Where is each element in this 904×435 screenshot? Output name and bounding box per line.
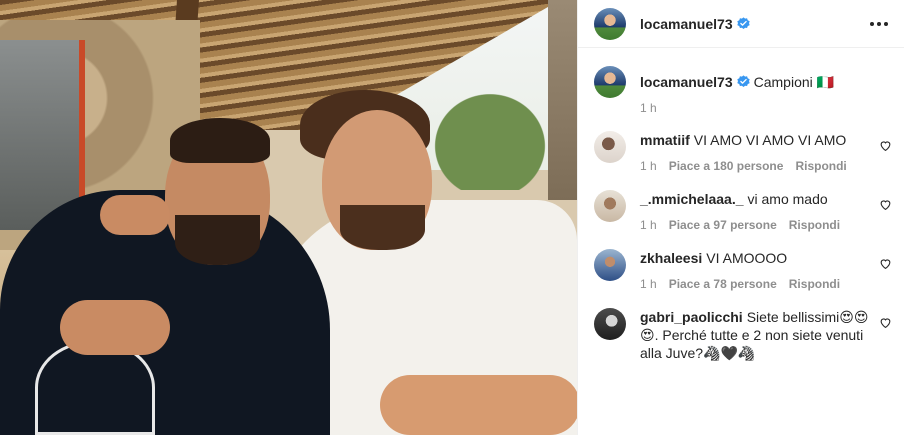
more-options-icon[interactable] <box>862 16 888 32</box>
author-username[interactable]: locamanuel73 <box>640 16 733 32</box>
comment-body: gabri_paolicchi Siete bellissimi😍😍😍. Perc… <box>640 308 892 362</box>
commenter-avatar[interactable] <box>594 190 626 222</box>
comment-text: VI AMO VI AMO VI AMO <box>693 132 847 148</box>
heart-icon[interactable] <box>879 139 892 152</box>
caption-timestamp[interactable]: 1 h <box>640 101 657 115</box>
caption-body: locamanuel73 Campioni 🇮🇹 1 h <box>640 66 892 115</box>
comment-username[interactable]: mmatiif <box>640 132 690 148</box>
comment-meta: 1 h Piace a 78 persone Rispondi <box>640 277 874 291</box>
comment-meta: 1 h Piace a 180 persone Rispondi <box>640 159 874 173</box>
heart-icon[interactable] <box>879 316 892 329</box>
commenter-avatar[interactable] <box>594 308 626 340</box>
author-avatar-small[interactable] <box>594 66 626 98</box>
caption-text-line: locamanuel73 Campioni 🇮🇹 <box>640 73 874 91</box>
comment-text-line: zkhaleesi VI AMOOOO <box>640 249 874 267</box>
post-photo[interactable] <box>0 0 577 435</box>
comment-row: gabri_paolicchi Siete bellissimi😍😍😍. Perc… <box>594 308 892 362</box>
verified-badge-icon <box>736 75 750 88</box>
photo-trees <box>420 80 560 190</box>
comment-row: mmatiif VI AMO VI AMO VI AMO 1 h Piace a … <box>594 131 892 173</box>
photo-person-left-beard <box>175 215 260 265</box>
post-side-panel: locamanuel73 locamanuel73 Campioni 🇮🇹 1 h <box>577 0 904 435</box>
verified-badge-icon <box>736 17 750 30</box>
reply-button[interactable]: Rispondi <box>789 218 840 232</box>
comment-meta: 1 h Piace a 97 persone Rispondi <box>640 218 874 232</box>
comment-username[interactable]: zkhaleesi <box>640 250 702 266</box>
author-avatar[interactable] <box>594 7 626 40</box>
photo-person-right-beard <box>340 205 425 250</box>
comment-timestamp[interactable]: 1 h <box>640 277 657 291</box>
comment-text: VI AMOOOO <box>706 250 788 266</box>
comment-timestamp[interactable]: 1 h <box>640 159 657 173</box>
heart-icon[interactable] <box>879 257 892 270</box>
caption-meta: 1 h <box>640 101 874 115</box>
comment-likes-count[interactable]: Piace a 180 persone <box>669 159 784 173</box>
caption-text: Campioni 🇮🇹 <box>753 74 835 90</box>
comment-text-line: _.mmichelaaa._ vi amo mado <box>640 190 874 208</box>
commenter-avatar[interactable] <box>594 249 626 281</box>
comment-row: _.mmichelaaa._ vi amo mado 1 h Piace a 97… <box>594 190 892 232</box>
comment-likes-count[interactable]: Piace a 97 persone <box>669 218 777 232</box>
photo-person-left-hair <box>170 118 270 163</box>
comment-body: mmatiif VI AMO VI AMO VI AMO 1 h Piace a … <box>640 131 892 173</box>
caption-row: locamanuel73 Campioni 🇮🇹 1 h <box>594 66 892 115</box>
instagram-post: locamanuel73 locamanuel73 Campioni 🇮🇹 1 h <box>0 0 904 435</box>
comment-body: zkhaleesi VI AMOOOO 1 h Piace a 78 person… <box>640 249 892 291</box>
comments-list: locamanuel73 Campioni 🇮🇹 1 h mmatiif VI AM… <box>578 48 904 362</box>
comment-likes-count[interactable]: Piace a 78 persone <box>669 277 777 291</box>
caption-username[interactable]: locamanuel73 <box>640 74 733 90</box>
reply-button[interactable]: Rispondi <box>789 277 840 291</box>
comment-timestamp[interactable]: 1 h <box>640 218 657 232</box>
comment-row: zkhaleesi VI AMOOOO 1 h Piace a 78 person… <box>594 249 892 291</box>
heart-icon[interactable] <box>879 198 892 211</box>
post-header: locamanuel73 <box>578 0 904 48</box>
comment-text-line: mmatiif VI AMO VI AMO VI AMO <box>640 131 874 149</box>
comment-username[interactable]: gabri_paolicchi <box>640 309 743 325</box>
comment-text-line: gabri_paolicchi Siete bellissimi😍😍😍. Perc… <box>640 308 874 362</box>
reply-button[interactable]: Rispondi <box>795 159 846 173</box>
comment-text: vi amo mado <box>747 191 828 207</box>
photo-person-left-hand <box>60 300 170 355</box>
photo-person-right-arm <box>380 375 577 435</box>
comment-body: _.mmichelaaa._ vi amo mado 1 h Piace a 97… <box>640 190 892 232</box>
comment-username[interactable]: _.mmichelaaa._ <box>640 191 744 207</box>
commenter-avatar[interactable] <box>594 131 626 163</box>
photo-person-left-arm <box>100 195 170 235</box>
